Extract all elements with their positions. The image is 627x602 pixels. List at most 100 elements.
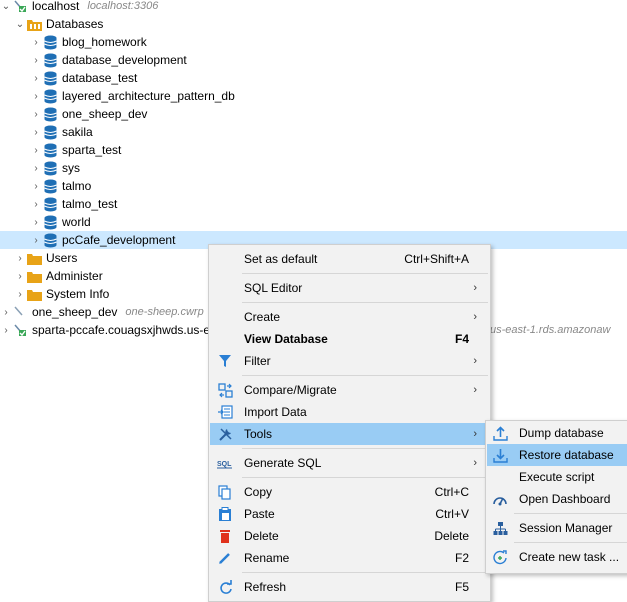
restore-icon — [491, 446, 509, 464]
submenu-item-open-dashboard[interactable]: Open Dashboard — [487, 488, 627, 510]
database-item[interactable]: › talmo_test — [0, 195, 627, 213]
menu-item-filter[interactable]: Filter › — [210, 350, 489, 372]
submenu-arrow-icon: › — [473, 311, 477, 323]
menu-item-copy[interactable]: Copy Ctrl+C — [210, 481, 489, 503]
menu-item-label: Filter — [244, 354, 271, 368]
submenu-item-label: Execute script — [519, 470, 595, 484]
menu-item-label: Set as default — [244, 252, 318, 266]
expand-chevron-icon[interactable]: › — [30, 195, 42, 213]
menu-item-view-database[interactable]: View Database F4 — [210, 328, 489, 350]
collapse-chevron-icon[interactable]: ⌄ — [0, 0, 12, 15]
submenu-arrow-icon: › — [473, 282, 477, 294]
submenu-item-create-new-task[interactable]: Create new task ... — [487, 546, 627, 568]
submenu-item-label: Restore database — [519, 448, 614, 462]
svg-text:SQL: SQL — [217, 461, 232, 468]
expand-chevron-icon[interactable]: › — [30, 105, 42, 123]
menu-item-tools[interactable]: Tools › — [210, 423, 489, 445]
submenu-item-execute-script[interactable]: Execute script — [487, 466, 627, 488]
menu-item-label: Rename — [244, 551, 290, 565]
database-icon — [42, 142, 58, 158]
menu-item-create[interactable]: Create › — [210, 306, 489, 328]
expand-chevron-icon[interactable]: › — [14, 267, 26, 285]
menu-item-set-as-default[interactable]: Set as default Ctrl+Shift+A — [210, 248, 489, 270]
connection-host: one-sheep.cwrp — [125, 306, 204, 318]
refresh-icon — [216, 578, 234, 596]
folder-label: System Info — [46, 287, 110, 301]
database-item[interactable]: › blog_homework — [0, 33, 627, 51]
expand-chevron-icon[interactable]: › — [30, 87, 42, 105]
database-item[interactable]: › sparta_test — [0, 141, 627, 159]
menu-item-delete[interactable]: Delete Delete — [210, 525, 489, 547]
database-icon — [42, 124, 58, 140]
menu-item-shortcut: Ctrl+Shift+A — [404, 252, 469, 266]
menu-item-sql-editor[interactable]: SQL Editor › — [210, 277, 489, 299]
connection-host: localhost:3306 — [87, 0, 159, 12]
menu-item-shortcut: Ctrl+C — [434, 485, 469, 499]
menu-item-shortcut: F4 — [454, 332, 469, 346]
rename-icon — [216, 549, 234, 567]
blank-icon — [216, 330, 234, 348]
menu-item-generate-sql[interactable]: SQL Generate SQL › — [210, 452, 489, 474]
database-item[interactable]: › world — [0, 213, 627, 231]
expand-chevron-icon[interactable]: › — [0, 303, 12, 321]
expand-chevron-icon[interactable]: › — [30, 177, 42, 195]
expand-chevron-icon[interactable]: › — [30, 51, 42, 69]
tools-icon — [216, 425, 234, 443]
submenu-item-label: Dump database — [519, 426, 604, 440]
filter-icon — [216, 352, 234, 370]
mysql-connection-icon — [12, 304, 28, 320]
menu-item-refresh[interactable]: Refresh F5 — [210, 576, 489, 598]
menu-item-paste[interactable]: Paste Ctrl+V — [210, 503, 489, 525]
context-menu: Set as default Ctrl+Shift+A SQL Editor ›… — [208, 244, 491, 602]
database-name: database_development — [62, 53, 187, 67]
database-icon — [42, 160, 58, 176]
menu-item-rename[interactable]: Rename F2 — [210, 547, 489, 569]
database-item[interactable]: › one_sheep_dev — [0, 105, 627, 123]
blank-icon — [216, 279, 234, 297]
database-icon — [42, 70, 58, 86]
submenu-item-dump-database[interactable]: Dump database — [487, 422, 627, 444]
menu-item-import-data[interactable]: Import Data — [210, 401, 489, 423]
menu-item-label: Paste — [244, 507, 275, 521]
submenu-item-session-manager[interactable]: Session Manager — [487, 517, 627, 539]
menu-separator — [242, 448, 488, 449]
menu-item-label: View Database — [244, 332, 328, 346]
databases-folder-icon — [26, 16, 42, 32]
expand-chevron-icon[interactable]: › — [30, 141, 42, 159]
folder-label: Users — [46, 251, 78, 265]
expand-chevron-icon[interactable]: › — [30, 69, 42, 87]
expand-chevron-icon[interactable]: › — [30, 123, 42, 141]
expand-chevron-icon[interactable]: › — [30, 231, 42, 249]
menu-item-label: Compare/Migrate — [244, 383, 337, 397]
database-icon — [42, 178, 58, 194]
submenu-item-label: Session Manager — [519, 521, 613, 535]
connection-localhost[interactable]: ⌄ localhost localhost:3306 — [0, 0, 619, 15]
expand-chevron-icon[interactable]: › — [30, 159, 42, 177]
expand-chevron-icon[interactable]: › — [30, 33, 42, 51]
database-item[interactable]: › database_development — [0, 51, 627, 69]
database-icon — [42, 88, 58, 104]
database-item[interactable]: › layered_architecture_pattern_db — [0, 87, 627, 105]
database-item[interactable]: › talmo — [0, 177, 627, 195]
database-name: database_test — [62, 71, 138, 85]
blank-icon — [216, 250, 234, 268]
expand-chevron-icon[interactable]: › — [0, 321, 12, 339]
collapse-chevron-icon[interactable]: ⌄ — [14, 15, 26, 33]
menu-item-compare-migrate[interactable]: Compare/Migrate › — [210, 379, 489, 401]
databases-folder[interactable]: ⌄ Databases — [0, 15, 627, 33]
submenu-item-restore-database[interactable]: Restore database — [487, 444, 627, 466]
database-item[interactable]: › sakila — [0, 123, 627, 141]
expand-chevron-icon[interactable]: › — [14, 249, 26, 267]
connection-host-tail: us-east-1.rds.amazonaw — [490, 321, 610, 339]
dashboard-icon — [491, 490, 509, 508]
submenu-arrow-icon: › — [473, 457, 477, 469]
menu-item-label: Copy — [244, 485, 273, 499]
menu-separator — [242, 273, 488, 274]
menu-item-label: Tools — [244, 427, 273, 441]
expand-chevron-icon[interactable]: › — [14, 285, 26, 303]
database-name: sparta_test — [62, 143, 122, 157]
database-item[interactable]: › sys — [0, 159, 627, 177]
database-item[interactable]: › database_test — [0, 69, 627, 87]
submenu-arrow-icon: › — [473, 355, 477, 367]
expand-chevron-icon[interactable]: › — [30, 213, 42, 231]
